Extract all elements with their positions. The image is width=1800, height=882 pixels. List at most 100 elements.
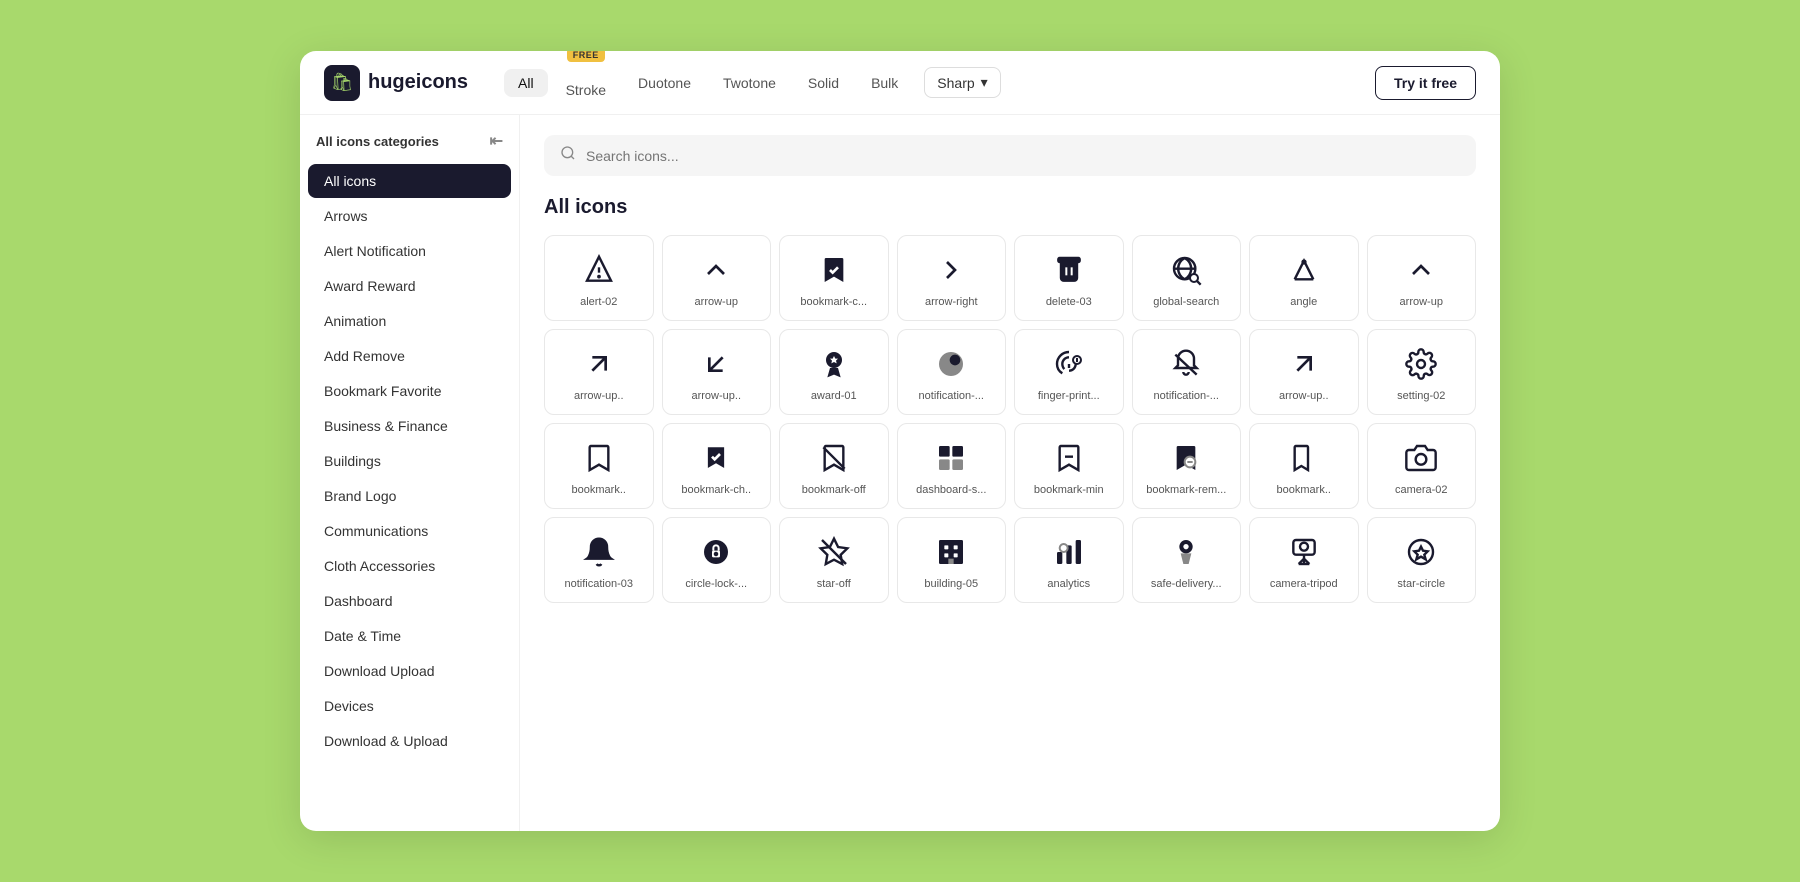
icon-card-bookmark-2[interactable]: bookmark.. — [1249, 423, 1359, 509]
icon-label-arrow-down-diag: arrow-up.. — [671, 390, 763, 402]
alert-02-icon — [581, 252, 617, 288]
icon-label-star-circle: star-circle — [1376, 578, 1468, 590]
icon-card-safe-delivery[interactable]: safe-delivery... — [1132, 517, 1242, 603]
icon-card-setting-02[interactable]: setting-02 — [1367, 329, 1477, 415]
icon-label-bookmark-min: bookmark-min — [1023, 484, 1115, 496]
arrow-up-diag-icon — [581, 346, 617, 382]
shape-label: Sharp — [937, 75, 974, 91]
sidebar-item-business-finance[interactable]: Business & Finance — [308, 409, 511, 443]
icon-card-arrow-up-3[interactable]: arrow-up.. — [1249, 329, 1359, 415]
sidebar-item-download-upload-2[interactable]: Download & Upload — [308, 724, 511, 758]
icon-label-delete-03: delete-03 — [1023, 296, 1115, 308]
icon-card-bookmark-min[interactable]: bookmark-min — [1014, 423, 1124, 509]
arrow-right-icon — [933, 252, 969, 288]
icon-label-building-05: building-05 — [906, 578, 998, 590]
tab-solid[interactable]: Solid — [794, 69, 853, 97]
bookmark-off-icon — [816, 440, 852, 476]
icon-card-analytics[interactable]: analytics — [1014, 517, 1124, 603]
search-icon — [560, 145, 576, 166]
icon-card-global-search[interactable]: global-search — [1132, 235, 1242, 321]
icon-card-camera-02[interactable]: camera-02 — [1367, 423, 1477, 509]
icon-label-star-off: star-off — [788, 578, 880, 590]
angle-icon — [1286, 252, 1322, 288]
sidebar-item-buildings[interactable]: Buildings — [308, 444, 511, 478]
sidebar-item-communications[interactable]: Communications — [308, 514, 511, 548]
icon-label-award-01: award-01 — [788, 390, 880, 402]
tab-stroke[interactable]: Stroke — [552, 76, 620, 104]
icon-card-arrow-right[interactable]: arrow-right — [897, 235, 1007, 321]
sidebar-item-bookmark-favorite[interactable]: Bookmark Favorite — [308, 374, 511, 408]
icon-card-notification-03[interactable]: notification-03 — [544, 517, 654, 603]
icon-card-finger-print[interactable]: finger-print... — [1014, 329, 1124, 415]
icon-card-arrow-up-2[interactable]: arrow-up — [1367, 235, 1477, 321]
search-input[interactable] — [586, 148, 1460, 164]
setting-02-icon — [1403, 346, 1439, 382]
header: 🛍 hugeicons All FREE Stroke Duotone Twot… — [300, 51, 1500, 115]
icon-card-bookmark-1[interactable]: bookmark.. — [544, 423, 654, 509]
icon-card-notification-1[interactable]: notification-... — [897, 329, 1007, 415]
icon-card-star-off[interactable]: star-off — [779, 517, 889, 603]
icon-card-bookmark-off[interactable]: bookmark-off — [779, 423, 889, 509]
sidebar-item-arrows[interactable]: Arrows — [308, 199, 511, 233]
icon-card-arrow-up-diag[interactable]: arrow-up.. — [544, 329, 654, 415]
collapse-icon[interactable]: ⇤ — [490, 131, 503, 151]
icon-card-arrow-up[interactable]: arrow-up — [662, 235, 772, 321]
icon-label-circle-lock: circle-lock-... — [671, 578, 763, 590]
free-badge: FREE — [567, 51, 605, 62]
sidebar-item-dashboard[interactable]: Dashboard — [308, 584, 511, 618]
bookmark-min-icon — [1051, 440, 1087, 476]
icon-label-arrow-up-2: arrow-up — [1376, 296, 1468, 308]
sidebar-item-alert-notification[interactable]: Alert Notification — [308, 234, 511, 268]
tab-twotone[interactable]: Twotone — [709, 69, 790, 97]
icon-card-arrow-down-diag[interactable]: arrow-up.. — [662, 329, 772, 415]
bookmark-ch-icon — [698, 440, 734, 476]
icon-card-alert-02[interactable]: alert-02 — [544, 235, 654, 321]
sidebar-item-animation[interactable]: Animation — [308, 304, 511, 338]
icon-label-angle: angle — [1258, 296, 1350, 308]
icon-label-global-search: global-search — [1141, 296, 1233, 308]
logo-icon: 🛍 — [324, 65, 360, 101]
icon-card-building-05[interactable]: building-05 — [897, 517, 1007, 603]
icon-card-bookmark-c[interactable]: bookmark-c... — [779, 235, 889, 321]
icon-label-arrow-up: arrow-up — [671, 296, 763, 308]
sidebar-item-add-remove[interactable]: Add Remove — [308, 339, 511, 373]
icon-label-setting-02: setting-02 — [1376, 390, 1468, 402]
star-off-icon — [816, 534, 852, 570]
tab-duotone[interactable]: Duotone — [624, 69, 705, 97]
shape-selector[interactable]: Sharp ▾ — [924, 67, 1000, 98]
tab-all[interactable]: All — [504, 69, 548, 97]
icon-card-dashboard-s[interactable]: dashboard-s... — [897, 423, 1007, 509]
building-05-icon — [933, 534, 969, 570]
sidebar-item-devices[interactable]: Devices — [308, 689, 511, 723]
icon-card-angle[interactable]: angle — [1249, 235, 1359, 321]
style-tabs: All FREE Stroke Duotone Twotone Solid Bu… — [504, 62, 1355, 104]
icon-label-bookmark-c: bookmark-c... — [788, 296, 880, 308]
sidebar-item-brand-logo[interactable]: Brand Logo — [308, 479, 511, 513]
icon-card-delete-03[interactable]: delete-03 — [1014, 235, 1124, 321]
sidebar-item-cloth-accessories[interactable]: Cloth Accessories — [308, 549, 511, 583]
icon-label-arrow-up-diag: arrow-up.. — [553, 390, 645, 402]
icon-card-circle-lock[interactable]: circle-lock-... — [662, 517, 772, 603]
icon-card-bookmark-ch[interactable]: bookmark-ch.. — [662, 423, 772, 509]
sidebar-item-download-upload[interactable]: Download Upload — [308, 654, 511, 688]
stroke-tab-wrapper: FREE Stroke — [552, 62, 620, 104]
icon-label-alert-02: alert-02 — [553, 296, 645, 308]
icon-label-dashboard-s: dashboard-s... — [906, 484, 998, 496]
icon-card-star-circle[interactable]: star-circle — [1367, 517, 1477, 603]
tab-bulk[interactable]: Bulk — [857, 69, 912, 97]
camera-02-icon — [1403, 440, 1439, 476]
icon-label-camera-02: camera-02 — [1376, 484, 1468, 496]
icon-card-notification-2[interactable]: notification-... — [1132, 329, 1242, 415]
main-layout: All icons categories ⇤ All icons Arrows … — [300, 115, 1500, 831]
logo: 🛍 hugeicons — [324, 65, 468, 101]
icon-label-safe-delivery: safe-delivery... — [1141, 578, 1233, 590]
sidebar-item-award-reward[interactable]: Award Reward — [308, 269, 511, 303]
icon-card-award-01[interactable]: award-01 — [779, 329, 889, 415]
sidebar-item-all-icons[interactable]: All icons — [308, 164, 511, 198]
icon-card-bookmark-rem[interactable]: bookmark-rem... — [1132, 423, 1242, 509]
try-it-free-button[interactable]: Try it free — [1375, 66, 1476, 100]
icon-card-camera-tripod[interactable]: camera-tripod — [1249, 517, 1359, 603]
sidebar-item-date-time[interactable]: Date & Time — [308, 619, 511, 653]
arrow-down-diag-icon — [698, 346, 734, 382]
section-title: All icons — [544, 196, 1476, 219]
